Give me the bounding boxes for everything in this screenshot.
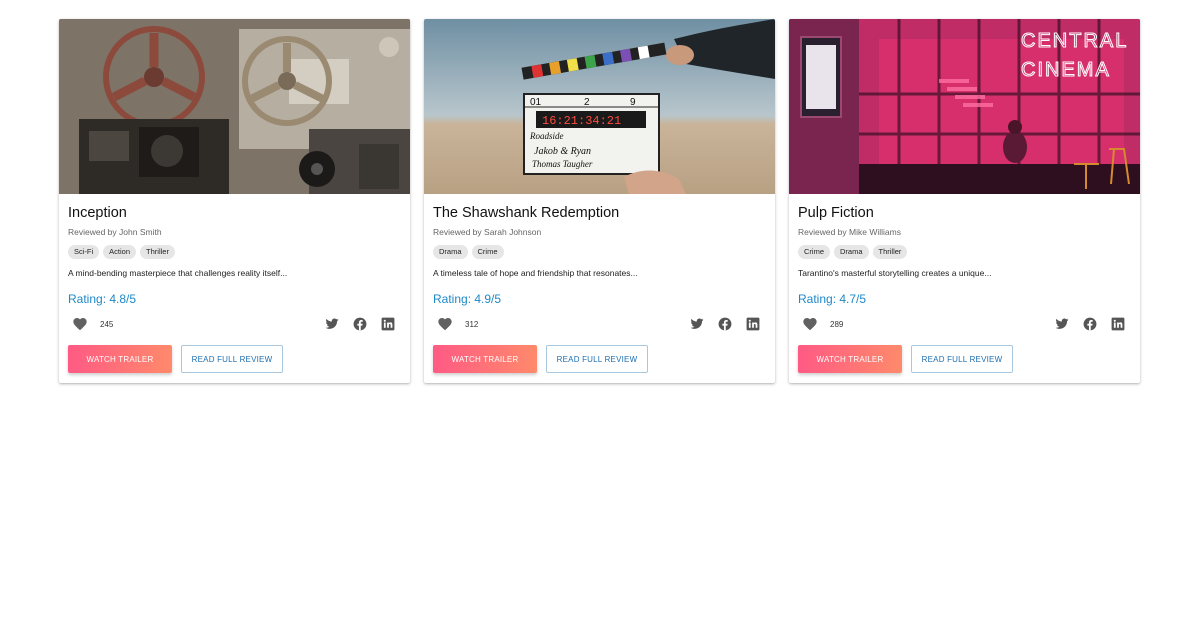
card-buttons: WATCH TRAILER READ FULL REVIEW (68, 345, 401, 373)
review-card: 01 2 9 16:21:34:21 Roadside Jakob & Ryan… (424, 19, 775, 383)
genre-tag[interactable]: Sci-Fi (68, 245, 100, 259)
read-full-review-button[interactable]: READ FULL REVIEW (546, 345, 648, 373)
genre-tag[interactable]: Crime (798, 245, 830, 259)
movie-title: Pulp Fiction (798, 205, 874, 221)
watch-trailer-button[interactable]: WATCH TRAILER (68, 345, 172, 373)
clapper-line: Thomas Taugher (532, 159, 593, 169)
genre-tags: Crime Drama Thriller (798, 245, 1131, 259)
genre-tag[interactable]: Drama (834, 245, 869, 259)
facebook-icon[interactable] (1083, 317, 1097, 331)
rating-text: Rating: 4.9/5 (433, 292, 502, 306)
neon-sign-line: CENTRAL (1021, 30, 1128, 52)
linkedin-icon[interactable] (746, 317, 760, 331)
clapperboard-photo: 01 2 9 16:21:34:21 Roadside Jakob & Ryan… (424, 19, 775, 194)
genre-tag[interactable]: Crime (471, 245, 504, 259)
rating-text: Rating: 4.8/5 (68, 292, 137, 306)
card-actions: 289 (798, 316, 1131, 332)
read-full-review-button[interactable]: READ FULL REVIEW (181, 345, 283, 373)
genre-tag[interactable]: Thriller (872, 245, 908, 259)
clapper-line: Roadside (529, 131, 564, 141)
twitter-icon[interactable] (690, 317, 704, 331)
review-description: A mind-bending masterpiece that challeng… (68, 268, 288, 278)
clapper-timecode: 16:21:34:21 (542, 114, 621, 128)
watch-trailer-button[interactable]: WATCH TRAILER (798, 345, 902, 373)
facebook-icon[interactable] (353, 317, 367, 331)
movie-image[interactable]: CENTRAL CINEMA (789, 19, 1140, 194)
linkedin-icon[interactable] (381, 317, 395, 331)
heart-icon[interactable] (72, 316, 88, 332)
card-buttons: WATCH TRAILER READ FULL REVIEW (433, 345, 766, 373)
review-grid: Inception Reviewed by John Smith Sci-Fi … (59, 19, 1140, 383)
film-reels-photo (59, 19, 410, 194)
movie-image[interactable]: 01 2 9 16:21:34:21 Roadside Jakob & Ryan… (424, 19, 775, 194)
movie-title: The Shawshank Redemption (433, 205, 620, 221)
clapper-roll: 9 (630, 97, 636, 108)
linkedin-icon[interactable] (1111, 317, 1125, 331)
twitter-icon[interactable] (325, 317, 339, 331)
genre-tag[interactable]: Thriller (140, 245, 175, 259)
heart-icon[interactable] (802, 316, 818, 332)
card-actions: 312 (433, 316, 766, 332)
reviewer-name: Reviewed by John Smith (68, 227, 162, 237)
neon-sign-line: CINEMA (1021, 59, 1111, 81)
cinema-neon-photo: CENTRAL CINEMA (789, 19, 1140, 194)
like-count: 289 (830, 319, 844, 329)
review-card: Inception Reviewed by John Smith Sci-Fi … (59, 19, 410, 383)
review-description: A timeless tale of hope and friendship t… (433, 268, 638, 278)
like-count: 245 (100, 319, 114, 329)
clapper-line: Jakob & Ryan (534, 146, 591, 157)
twitter-icon[interactable] (1055, 317, 1069, 331)
review-card: CENTRAL CINEMA Pulp Fiction Reviewed by … (789, 19, 1140, 383)
clapper-take: 2 (584, 97, 590, 108)
genre-tag[interactable]: Drama (433, 245, 468, 259)
reviewer-name: Reviewed by Sarah Johnson (433, 227, 542, 237)
watch-trailer-button[interactable]: WATCH TRAILER (433, 345, 537, 373)
rating-text: Rating: 4.7/5 (798, 292, 867, 306)
facebook-icon[interactable] (718, 317, 732, 331)
clapper-scene: 01 (530, 97, 542, 108)
heart-icon[interactable] (437, 316, 453, 332)
movie-image[interactable] (59, 19, 410, 194)
read-full-review-button[interactable]: READ FULL REVIEW (911, 345, 1013, 373)
genre-tags: Sci-Fi Action Thriller (68, 245, 401, 259)
reviewer-name: Reviewed by Mike Williams (798, 227, 901, 237)
card-buttons: WATCH TRAILER READ FULL REVIEW (798, 345, 1131, 373)
card-actions: 245 (68, 316, 401, 332)
genre-tag[interactable]: Action (103, 245, 137, 259)
movie-title: Inception (68, 205, 127, 221)
like-count: 312 (465, 319, 479, 329)
genre-tags: Drama Crime (433, 245, 766, 259)
review-description: Tarantino's masterful storytelling creat… (798, 268, 992, 278)
